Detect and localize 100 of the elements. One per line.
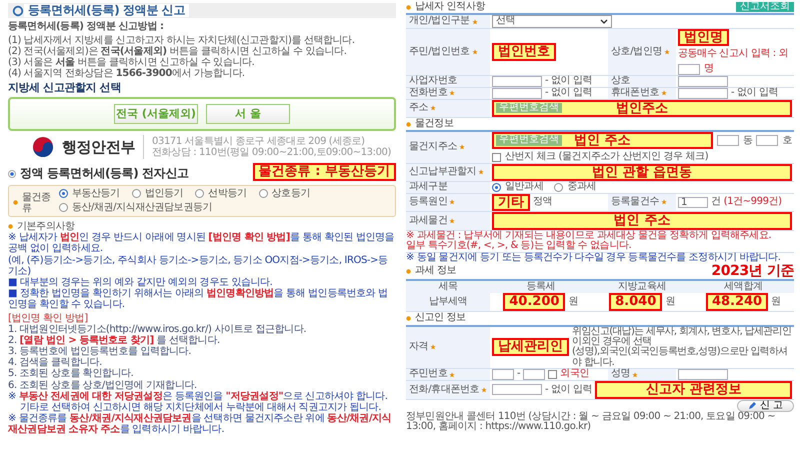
notice-line: 1. 대법원인터넷등기소(http://www.iros.go.kr/) 사이트로 접근합니다.	[8, 324, 308, 335]
zip-search-button[interactable]: 우편번호검색	[496, 102, 562, 114]
form-title: 정액 등록면허세(등록) 전자신고	[20, 167, 189, 181]
required-icon	[481, 386, 488, 393]
option-label: 상호등기	[272, 188, 310, 200]
footer-text: 정부민원안내 콜센터 110번 (상담시간 : 월 ~ 금요일 09:00 ~ 21:00, 토요일 09:00 ~ 13:00, 홈페이지 : https://www.110.go.kr)	[406, 412, 776, 433]
field-text: 정액	[533, 197, 552, 208]
annotation-text: 신고자 관련정보	[646, 383, 742, 397]
ministry-name: 행정안전부	[62, 138, 136, 156]
input-field[interactable]	[492, 369, 514, 380]
annotation-text: 법인 관할 읍면동	[592, 166, 692, 180]
field-label: 물건종류	[22, 192, 51, 214]
input-field[interactable]	[716, 135, 739, 146]
radio-button[interactable]	[58, 203, 68, 212]
section-heading: 물건정보	[415, 118, 454, 130]
field-label: 휴대폰번호	[611, 88, 660, 98]
select-field[interactable]: 선택	[492, 15, 612, 28]
section-heading: 과세 정보	[415, 266, 456, 276]
field-label: 과세물건	[409, 216, 448, 226]
field-label: 등록물건수	[611, 197, 660, 208]
annotation-text: 40.200	[509, 295, 560, 310]
notice-line: 6. 조회된 상호를 상호/법인명에 기재합니다.	[8, 380, 198, 391]
warning-text: 일부 특수기호(#, <, >, & 등)는 입력할 수 없습니다.	[406, 241, 632, 252]
radio-button[interactable]	[258, 189, 268, 198]
notice-heading: 기본주의사항	[17, 221, 75, 232]
field-label: 상호/법인명	[611, 46, 662, 57]
bullet-icon	[8, 224, 13, 230]
input-field[interactable]	[678, 76, 728, 87]
caret-icon	[600, 18, 608, 26]
required-icon	[664, 48, 670, 55]
radio-button[interactable]	[554, 182, 564, 192]
field-label: 전화/휴대폰번호	[409, 384, 480, 396]
help-text: 위임신고(대납)는 세무사, 회계사, 변호사, 납세관리인 이외인 경우에 선택	[572, 326, 792, 347]
instruction-line: (2) 전국(서울제외)은 전국(서울제외) 버튼을 클릭하시면 신고하실 수 있습니다.	[8, 46, 348, 57]
field-label: 개인/법인구분	[409, 16, 470, 27]
checkbox[interactable]	[492, 152, 501, 162]
annotation-text: 물건종류 : 부동산등기	[258, 165, 390, 179]
radio-button[interactable]	[132, 189, 141, 198]
input-field[interactable]	[678, 64, 700, 75]
notice-line: 기타로 선택하여 신고하시면 해당 지치단체에서 누락분에 대해서 직권고지가 됩니다.	[19, 402, 382, 414]
region-button[interactable]: 전국 (서울제외)	[114, 104, 198, 124]
required-icon	[472, 18, 478, 25]
region-button[interactable]: 서 울	[206, 104, 290, 124]
instruction-line: (4) 서울지역 전화상담은 1566-3900에서 가능합니다.	[8, 68, 246, 80]
required-icon	[449, 372, 456, 378]
option-label: 선박등기	[208, 188, 247, 200]
hint-text: - 없이 입력	[545, 88, 592, 98]
unit-text: 원	[568, 297, 578, 308]
option-label: 중과세	[567, 182, 596, 193]
row-header: 납부세액	[406, 293, 490, 312]
section-heading: 신고인 정보	[415, 313, 466, 324]
annotation-text: 48.240	[712, 295, 762, 310]
input-field[interactable]	[523, 369, 546, 380]
address-text: 03171 서울특별시 종로구 세종대로 209 (세종로)	[152, 136, 366, 147]
field-label: 사업자번호	[409, 76, 458, 86]
page-title: 등록면허세(등록) 정액분 신고	[24, 4, 189, 18]
field-text: 건	[711, 197, 721, 208]
note-text: 명	[704, 64, 714, 74]
column-header: 등록세	[490, 281, 592, 294]
input-field[interactable]	[678, 369, 728, 380]
bullet-icon	[13, 200, 18, 206]
input-field[interactable]	[492, 88, 542, 99]
field-label: 주민/법인번호	[409, 46, 470, 57]
input-field[interactable]	[678, 88, 728, 99]
radio-button[interactable]	[58, 189, 68, 198]
method-heading: 등록면허세(등록) 정액분 신고방법 :	[8, 21, 165, 33]
unit-text: 원	[665, 297, 675, 308]
instruction-line: (1) 납세자께서 지방세를 신고하고자 하시는 자치단체(신고관할지)를 선택합니다.	[8, 34, 356, 46]
lookup-button[interactable]: 신고서조회	[736, 2, 794, 12]
field-label: 과세구분	[409, 182, 448, 193]
checkbox[interactable]	[548, 370, 558, 380]
annotation-text: 법인주소	[616, 102, 668, 116]
radio-button[interactable]	[492, 182, 501, 192]
notice-line: ■ 대부분의 경우는 위의 예와 같지만 예외의 경우도 있습니다.	[8, 276, 274, 288]
input-field[interactable]	[492, 384, 542, 396]
notice-line: ■ 정확한 법인명을 확인하기 위해서는 아래의 법인명확인방법을 통해 법인등록번호와 법인명을 확인할 수 있습니다.	[8, 288, 389, 311]
field-label: 자격	[409, 342, 428, 352]
input-field[interactable]: 1	[678, 196, 708, 208]
zip-search-button[interactable]: 우편번호검색	[496, 135, 562, 146]
required-icon	[478, 169, 484, 176]
input-field[interactable]	[756, 135, 778, 146]
required-icon	[472, 48, 478, 55]
note-text: 공동매수 신고시 입력 : 외	[678, 49, 788, 60]
option-label: 일반과세	[505, 182, 544, 193]
required-icon	[632, 372, 638, 378]
required-icon	[459, 144, 466, 150]
annotation-text: 8.040	[615, 295, 656, 310]
unit-text: 원	[771, 297, 781, 308]
pencil-icon	[748, 401, 757, 410]
notice-line: ※ 물건종류를 동산/채권/지식재산권담보권을 선택하면 물건지주소란 위에 동산/채권/지식재산권담보권 소유자 주소를 입력하시기 바랍니다.	[8, 413, 392, 436]
field-label: 주소	[409, 103, 428, 114]
radio-button[interactable]	[195, 189, 204, 198]
warning-text: ※ 과세물건 : 납부서에 기재되는 내용이므로 과세대상 물건을 정확하게 입력해주세요.	[406, 230, 772, 241]
annotation-text: 기타	[498, 196, 524, 210]
field-text: 호	[782, 136, 792, 146]
input-field[interactable]	[492, 76, 542, 87]
notice-line: 3. 등록번호에 법인등록번호를 입력합니다.	[8, 346, 192, 358]
required-icon	[449, 90, 456, 96]
notice-line: 2. [열람 법인 > 등록번호로 찾기] 를 선택합니다.	[8, 334, 221, 346]
submit-button[interactable]: 신 고	[736, 400, 794, 412]
